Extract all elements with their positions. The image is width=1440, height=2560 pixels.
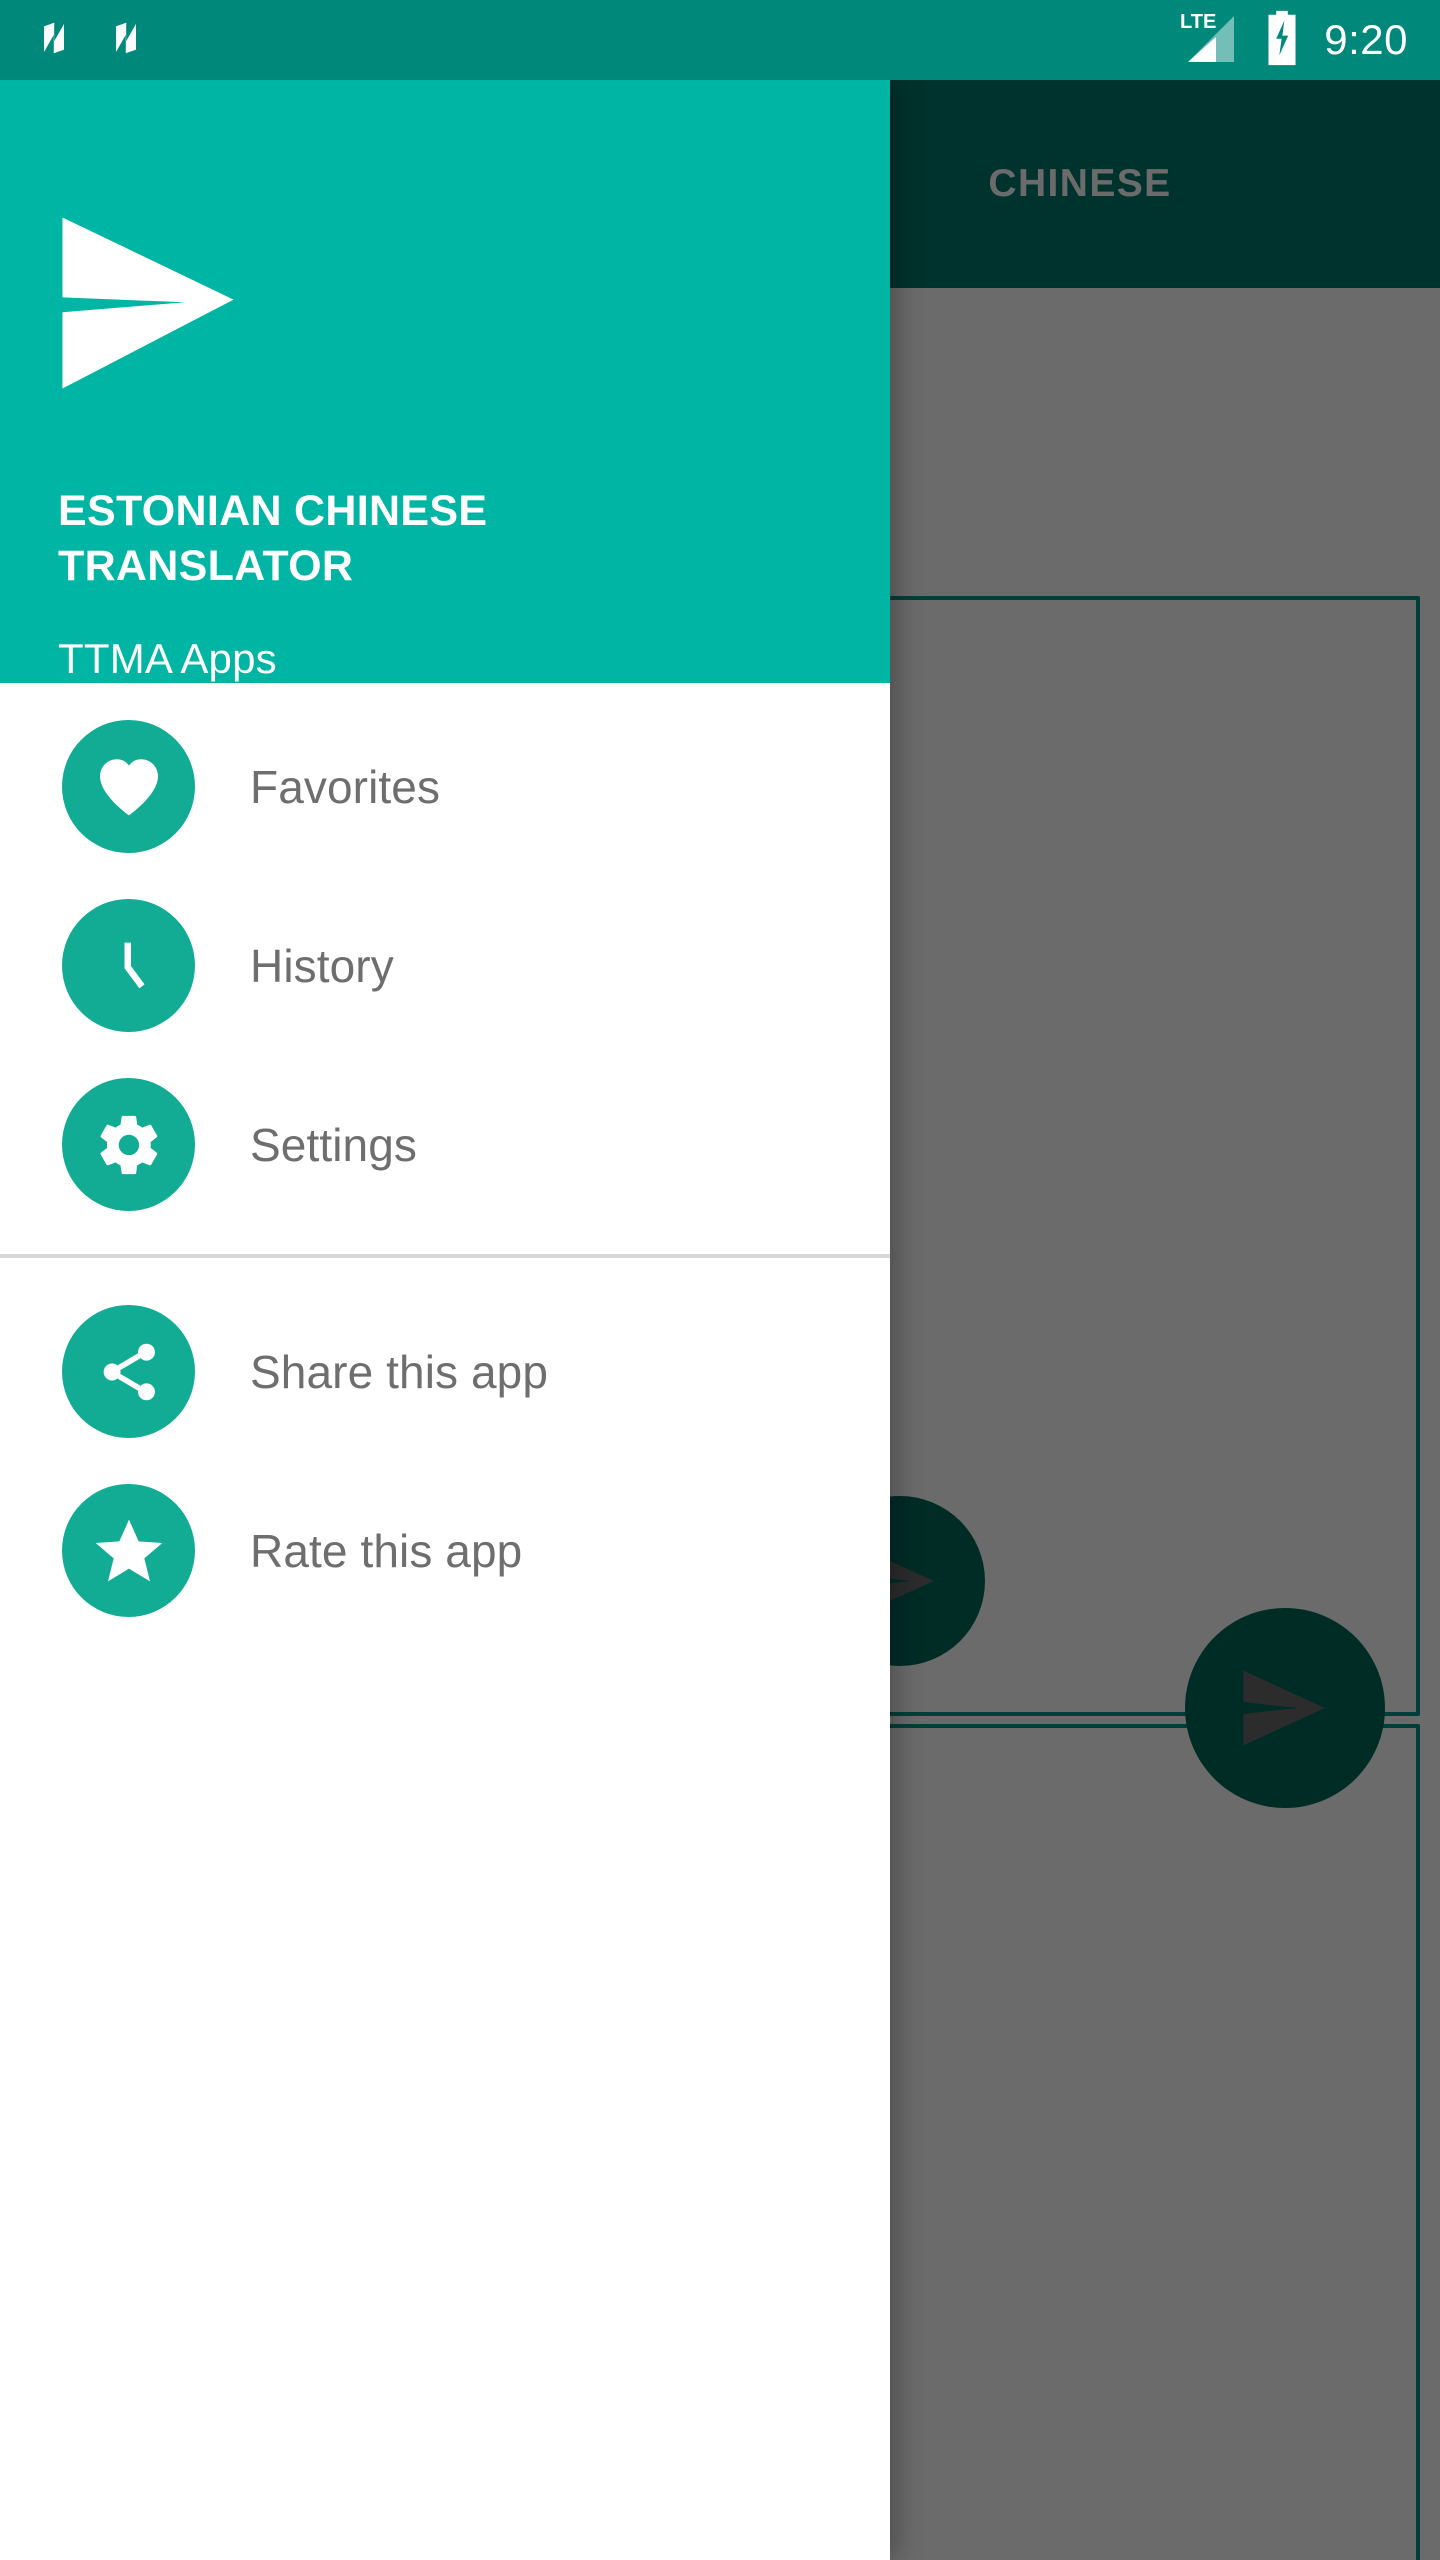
navigation-drawer: ESTONIAN CHINESE TRANSLATOR TTMA Apps Fa… (0, 80, 890, 2560)
drawer-item-label: Rate this app (250, 1524, 523, 1577)
android-n-logo-icon (36, 14, 84, 67)
drawer-menu-list: Favorites History Settings Share this ap… (0, 683, 890, 1640)
drawer-item-settings[interactable]: Settings (0, 1055, 890, 1234)
app-screen: ESTONIAN CHINESE (0, 0, 1440, 2560)
drawer-item-label: History (250, 939, 394, 992)
heart-icon (62, 720, 195, 853)
drawer-item-share[interactable]: Share this app (0, 1282, 890, 1461)
drawer-item-label: Settings (250, 1118, 418, 1171)
status-bar-system-icons: LTE 9:20 (1176, 8, 1440, 73)
status-bar-notifications (36, 14, 1176, 67)
drawer-item-label: Share this app (250, 1345, 549, 1398)
send-icon (1234, 1657, 1336, 1759)
gear-icon (62, 1078, 195, 1211)
drawer-item-rate[interactable]: Rate this app (0, 1461, 890, 1640)
share-icon (62, 1305, 195, 1438)
status-bar-clock: 9:20 (1324, 16, 1408, 63)
battery-charging-icon (1262, 9, 1302, 72)
drawer-header: ESTONIAN CHINESE TRANSLATOR TTMA Apps (0, 80, 890, 683)
star-icon (62, 1484, 195, 1617)
translate-fab[interactable] (1185, 1608, 1385, 1808)
android-n-logo-icon (108, 14, 156, 67)
drawer-app-title: ESTONIAN CHINESE TRANSLATOR (58, 487, 488, 591)
drawer-item-label: Favorites (250, 760, 441, 813)
svg-text:LTE: LTE (1180, 11, 1216, 33)
signal-bars-icon: LTE (1176, 8, 1240, 73)
send-paper-plane-logo-icon (54, 210, 242, 396)
status-bar: LTE 9:20 (0, 0, 1440, 80)
clock-icon (62, 899, 195, 1032)
drawer-item-favorites[interactable]: Favorites (0, 697, 890, 876)
drawer-app-subtitle: TTMA Apps (58, 635, 277, 682)
drawer-divider (0, 1254, 890, 1258)
drawer-item-history[interactable]: History (0, 876, 890, 1055)
